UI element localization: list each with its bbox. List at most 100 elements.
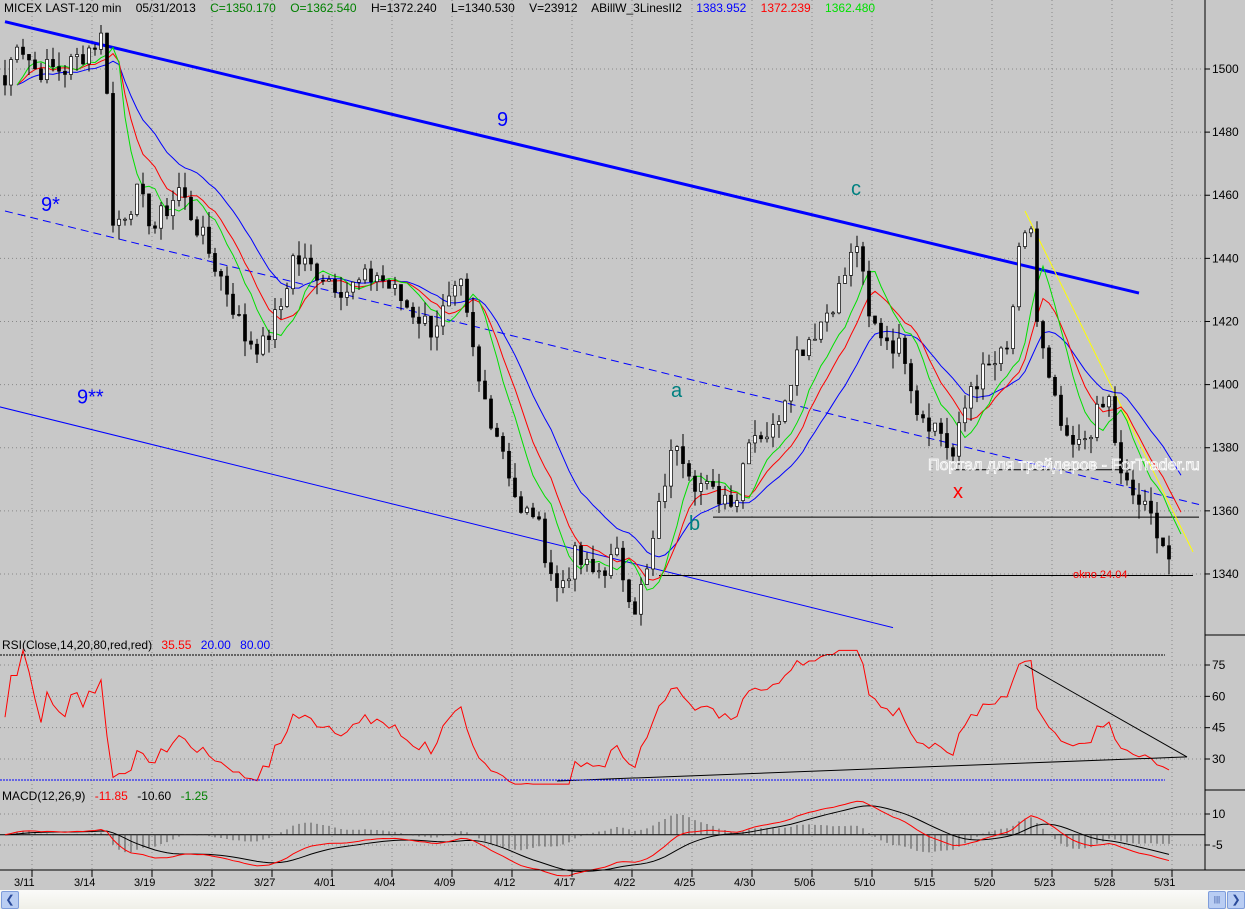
- candle: [501, 436, 505, 452]
- macd-signal-line: [4, 805, 1170, 872]
- candle: [1071, 435, 1075, 445]
- high-value: H=1372.240: [370, 1, 437, 15]
- candle: [69, 56, 73, 75]
- trendlines: [0, 20, 1200, 629]
- candle: [555, 573, 559, 588]
- candle: [447, 295, 451, 307]
- candle: [753, 435, 757, 444]
- candle: [321, 279, 325, 282]
- candle: [387, 280, 391, 289]
- candle: [597, 570, 601, 573]
- candle: [219, 271, 223, 277]
- candle: [699, 483, 703, 492]
- close-value: C=1350.170: [210, 1, 276, 15]
- candle: [231, 293, 235, 315]
- candle: [885, 337, 889, 342]
- candle: [927, 417, 931, 432]
- candle: [177, 187, 181, 201]
- macd-hist: -1.25: [180, 789, 208, 803]
- candle: [45, 59, 49, 80]
- candle: [171, 200, 175, 217]
- candle: [903, 337, 907, 364]
- date-label: 3/22: [194, 877, 215, 889]
- candle: [57, 66, 61, 72]
- candle: [345, 291, 349, 298]
- horizontal-scrollbar[interactable]: ❮ ||| ❯: [0, 890, 1245, 909]
- candle: [1167, 545, 1171, 560]
- low-value: L=1340.530: [451, 1, 515, 15]
- candle: [153, 225, 157, 229]
- candle: [225, 275, 229, 295]
- candle: [333, 278, 337, 293]
- candle: [603, 570, 607, 576]
- annotation-label: b: [689, 513, 700, 535]
- scroll-left-button[interactable]: ❮: [1, 891, 19, 909]
- candles: [3, 25, 1171, 626]
- macd-panel: [0, 800, 1205, 877]
- candle: [9, 59, 13, 86]
- candle: [519, 496, 523, 513]
- candle: [831, 312, 835, 315]
- date-label: 3/14: [74, 877, 95, 889]
- candle: [315, 263, 319, 281]
- date-label: 5/10: [854, 877, 875, 889]
- date-label: 4/30: [734, 877, 755, 889]
- date-label: 5/31: [1154, 877, 1175, 889]
- annotation-label: x: [953, 481, 963, 503]
- candle: [975, 386, 979, 390]
- candle: [537, 516, 541, 520]
- candle: [945, 433, 949, 449]
- candle: [21, 46, 25, 55]
- candle: [987, 363, 991, 366]
- candle: [1143, 500, 1147, 505]
- price-tick-label: 1500: [1212, 62, 1239, 76]
- candle: [921, 414, 925, 419]
- candle: [117, 218, 121, 226]
- scroll-thumb[interactable]: |||: [1208, 891, 1226, 909]
- candle: [135, 183, 139, 215]
- scroll-right-button[interactable]: ❯: [1227, 891, 1245, 909]
- candle: [195, 219, 199, 236]
- candle: [51, 59, 55, 68]
- candle: [159, 205, 163, 229]
- candle: [123, 218, 127, 221]
- candle: [165, 205, 169, 217]
- candle: [639, 584, 643, 615]
- volume-value: V=23912: [529, 1, 578, 15]
- candle: [681, 446, 685, 464]
- date-label: 5/23: [1034, 877, 1055, 889]
- candle: [189, 196, 193, 221]
- candle: [543, 518, 547, 564]
- candle: [1101, 403, 1105, 408]
- candle: [105, 32, 109, 94]
- price-chart: 1340 1360 1380 1400 1420 1440 1460 1480 1500 3/11…: [0, 0, 1245, 889]
- annotation-label: 9*: [41, 194, 60, 216]
- date-label: 3/19: [134, 877, 155, 889]
- price-tick-label: 1420: [1212, 314, 1239, 328]
- date-label: 5/15: [914, 877, 935, 889]
- candle: [3, 75, 7, 86]
- candle: [1035, 228, 1039, 322]
- date-label: 4/25: [674, 877, 695, 889]
- candle: [213, 253, 217, 272]
- candle: [567, 578, 571, 582]
- candle: [267, 335, 271, 341]
- candle: [111, 93, 115, 226]
- candle: [687, 463, 691, 477]
- date-label: 5/20: [974, 877, 995, 889]
- candle: [1149, 500, 1153, 514]
- candle: [957, 422, 961, 457]
- open-value: O=1362.540: [290, 1, 357, 15]
- candle: [579, 545, 583, 565]
- annotation-label: okno 24.04: [1073, 569, 1127, 581]
- candle: [483, 380, 487, 400]
- candle: [657, 501, 661, 539]
- candle: [129, 214, 133, 220]
- candle: [297, 255, 301, 265]
- candle: [1005, 347, 1009, 350]
- rsi-panel: [4, 648, 1188, 785]
- candle: [75, 54, 79, 57]
- rsi-header: RSI(Close,14,20,80,red,red) 35.55 20.00 …: [2, 638, 270, 652]
- candle: [513, 477, 517, 498]
- price-tick-label: 1460: [1212, 188, 1239, 202]
